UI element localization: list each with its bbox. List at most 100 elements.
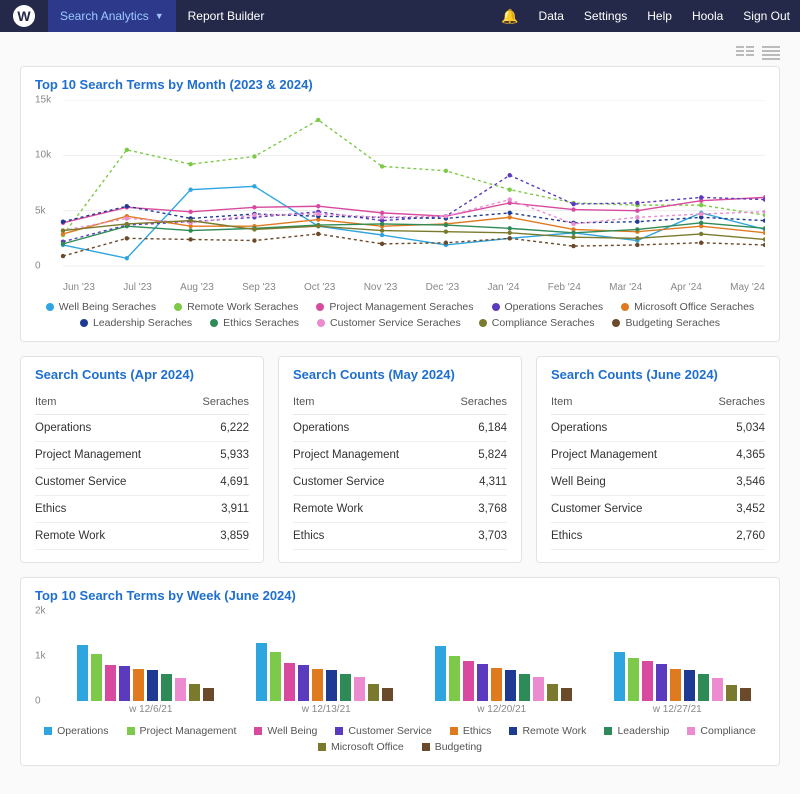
legend-item[interactable]: Well Being Seraches: [46, 301, 156, 313]
bar[interactable]: [270, 652, 281, 702]
legend-item[interactable]: Budgeting: [422, 741, 482, 753]
bar[interactable]: [533, 677, 544, 701]
bar[interactable]: [505, 670, 516, 701]
table-row: Operations6,222: [35, 415, 249, 442]
bar-group: [600, 652, 765, 702]
bar[interactable]: [477, 664, 488, 701]
legend-item[interactable]: Remote Work: [509, 725, 586, 737]
bar[interactable]: [298, 665, 309, 701]
table-row: Ethics3,703: [293, 523, 507, 550]
card-title: Top 10 Search Terms by Week (June 2024): [35, 588, 765, 603]
card-search-counts: Search Counts (Apr 2024)ItemSerachesOper…: [20, 356, 264, 563]
bar[interactable]: [161, 674, 172, 701]
bar[interactable]: [435, 646, 446, 701]
list-view-icon[interactable]: [762, 46, 780, 60]
nav-search-analytics[interactable]: Search Analytics ▼: [48, 0, 176, 32]
bar[interactable]: [491, 668, 502, 701]
legend-item[interactable]: Leadership: [604, 725, 669, 737]
legend-item[interactable]: Ethics Seraches: [210, 317, 299, 329]
legend-item[interactable]: Operations Seraches: [492, 301, 604, 313]
bar[interactable]: [547, 684, 558, 701]
grid-view-icon[interactable]: [736, 46, 754, 60]
link-help[interactable]: Help: [637, 9, 682, 23]
topbar: W Search Analytics ▼ Report Builder 🔔 Da…: [0, 0, 800, 32]
legend-item[interactable]: Compliance: [687, 725, 755, 737]
card-search-counts: Search Counts (June 2024)ItemSerachesOpe…: [536, 356, 780, 563]
counts-table: ItemSerachesOperations6,184Project Manag…: [293, 390, 507, 550]
bar[interactable]: [354, 677, 365, 701]
link-settings[interactable]: Settings: [574, 9, 637, 23]
bar[interactable]: [189, 684, 200, 701]
bar-chart[interactable]: [35, 611, 765, 701]
card-title: Search Counts (June 2024): [551, 367, 765, 382]
table-row: Ethics3,911: [35, 496, 249, 523]
bar[interactable]: [519, 674, 530, 701]
legend-item[interactable]: Budgeting Seraches: [612, 317, 720, 329]
bar[interactable]: [698, 674, 709, 701]
bar[interactable]: [175, 678, 186, 701]
bar[interactable]: [628, 658, 639, 701]
x-axis: Jun '23Jul '23Aug '23Sep '23Oct '23Nov '…: [63, 282, 765, 293]
bar[interactable]: [368, 684, 379, 701]
legend-item[interactable]: Microsoft Office: [318, 741, 404, 753]
bar[interactable]: [91, 654, 102, 701]
bar[interactable]: [726, 685, 737, 701]
bar-group: [421, 646, 586, 701]
legend-item[interactable]: Microsoft Office Seraches: [621, 301, 754, 313]
table-row: Project Management4,365: [551, 442, 765, 469]
legend-item[interactable]: Compliance Seraches: [479, 317, 595, 329]
bar[interactable]: [256, 643, 267, 701]
bar[interactable]: [133, 669, 144, 701]
bar-x-axis: w 12/6/21w 12/13/21w 12/20/21w 12/27/21: [35, 701, 765, 715]
bar[interactable]: [740, 688, 751, 701]
bar[interactable]: [712, 678, 723, 701]
table-row: Remote Work3,768: [293, 496, 507, 523]
bar[interactable]: [463, 661, 474, 702]
bar[interactable]: [119, 666, 130, 701]
bar[interactable]: [147, 670, 158, 701]
table-row: Project Management5,933: [35, 442, 249, 469]
bar[interactable]: [382, 688, 393, 702]
bar[interactable]: [340, 674, 351, 701]
card-title: Top 10 Search Terms by Month (2023 & 202…: [35, 77, 765, 92]
legend: Well Being Seraches Remote Work Seraches P…: [35, 301, 765, 329]
legend-item[interactable]: Project Management Seraches: [316, 301, 473, 313]
bar[interactable]: [656, 664, 667, 701]
bar[interactable]: [614, 652, 625, 702]
bar[interactable]: [203, 688, 214, 702]
table-row: Customer Service4,311: [293, 469, 507, 496]
legend-item[interactable]: Well Being: [254, 725, 317, 737]
legend-item[interactable]: Customer Service: [335, 725, 431, 737]
table-row: Remote Work3,859: [35, 523, 249, 550]
bar[interactable]: [326, 670, 337, 702]
legend-item[interactable]: Operations: [44, 725, 108, 737]
link-signout[interactable]: Sign Out: [733, 9, 800, 23]
link-data[interactable]: Data: [529, 9, 574, 23]
bar[interactable]: [105, 665, 116, 701]
nav-report-builder[interactable]: Report Builder: [176, 0, 277, 32]
table-row: Ethics2,760: [551, 523, 765, 550]
legend-item[interactable]: Ethics: [450, 725, 492, 737]
legend-item[interactable]: Customer Service Seraches: [317, 317, 461, 329]
bar[interactable]: [312, 669, 323, 701]
nav-label: Search Analytics: [60, 9, 149, 23]
legend-item[interactable]: Project Management: [127, 725, 237, 737]
card-title: Search Counts (Apr 2024): [35, 367, 249, 382]
bar-legend: Operations Project Management Well Being Cu…: [35, 725, 765, 753]
bar-group: [242, 643, 407, 701]
bar[interactable]: [684, 670, 695, 701]
line-chart[interactable]: 05k10k15k: [35, 100, 765, 280]
legend-item[interactable]: Remote Work Seraches: [174, 301, 298, 313]
bar[interactable]: [561, 688, 572, 701]
bar[interactable]: [77, 645, 88, 701]
table-row: Project Management5,824: [293, 442, 507, 469]
legend-item[interactable]: Leadership Seraches: [80, 317, 192, 329]
bell-icon[interactable]: 🔔: [491, 8, 528, 25]
logo[interactable]: W: [0, 5, 48, 27]
bar[interactable]: [449, 656, 460, 701]
bar[interactable]: [670, 669, 681, 701]
table-row: Well Being3,546: [551, 469, 765, 496]
link-user[interactable]: Hoola: [682, 9, 733, 23]
bar[interactable]: [642, 661, 653, 701]
bar[interactable]: [284, 663, 295, 701]
